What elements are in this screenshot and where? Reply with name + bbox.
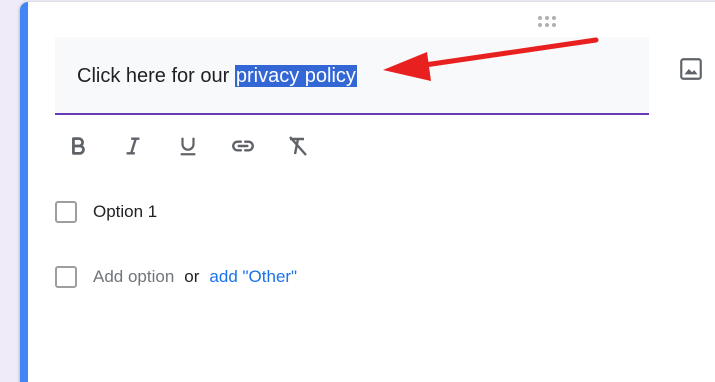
option-checkbox — [55, 201, 77, 223]
image-icon — [680, 58, 702, 80]
drag-handle-icon[interactable] — [536, 14, 564, 30]
active-card-indicator — [20, 2, 28, 382]
clear-formatting-icon — [289, 136, 307, 156]
question-title-input[interactable]: Click here for our privacy policy — [55, 37, 649, 115]
add-image-button[interactable] — [676, 54, 706, 84]
underline-button[interactable] — [172, 130, 204, 162]
italic-icon — [126, 137, 140, 155]
question-title-text[interactable]: Click here for our privacy policy — [77, 65, 357, 88]
clear-formatting-button[interactable] — [282, 130, 314, 162]
italic-button[interactable] — [117, 130, 149, 162]
option-row: Option 1 — [55, 198, 157, 226]
bold-icon — [72, 137, 85, 155]
link-icon — [232, 140, 254, 152]
underline-icon — [180, 137, 196, 156]
add-option-checkbox — [55, 266, 77, 288]
question-text-before: Click here for our — [77, 65, 235, 87]
question-card[interactable]: Click here for our privacy policy Option… — [20, 2, 715, 382]
insert-link-button[interactable] — [227, 130, 259, 162]
or-label: or — [184, 267, 200, 286]
formatting-toolbar — [62, 130, 337, 162]
option-label[interactable]: Option 1 — [93, 202, 157, 222]
add-option-row: Add option or add "Other" — [55, 263, 297, 291]
add-option-input[interactable]: Add option — [93, 267, 174, 287]
selected-text[interactable]: privacy policy — [234, 65, 357, 87]
add-other-link[interactable]: add "Other" — [209, 267, 297, 287]
bold-button[interactable] — [62, 130, 94, 162]
